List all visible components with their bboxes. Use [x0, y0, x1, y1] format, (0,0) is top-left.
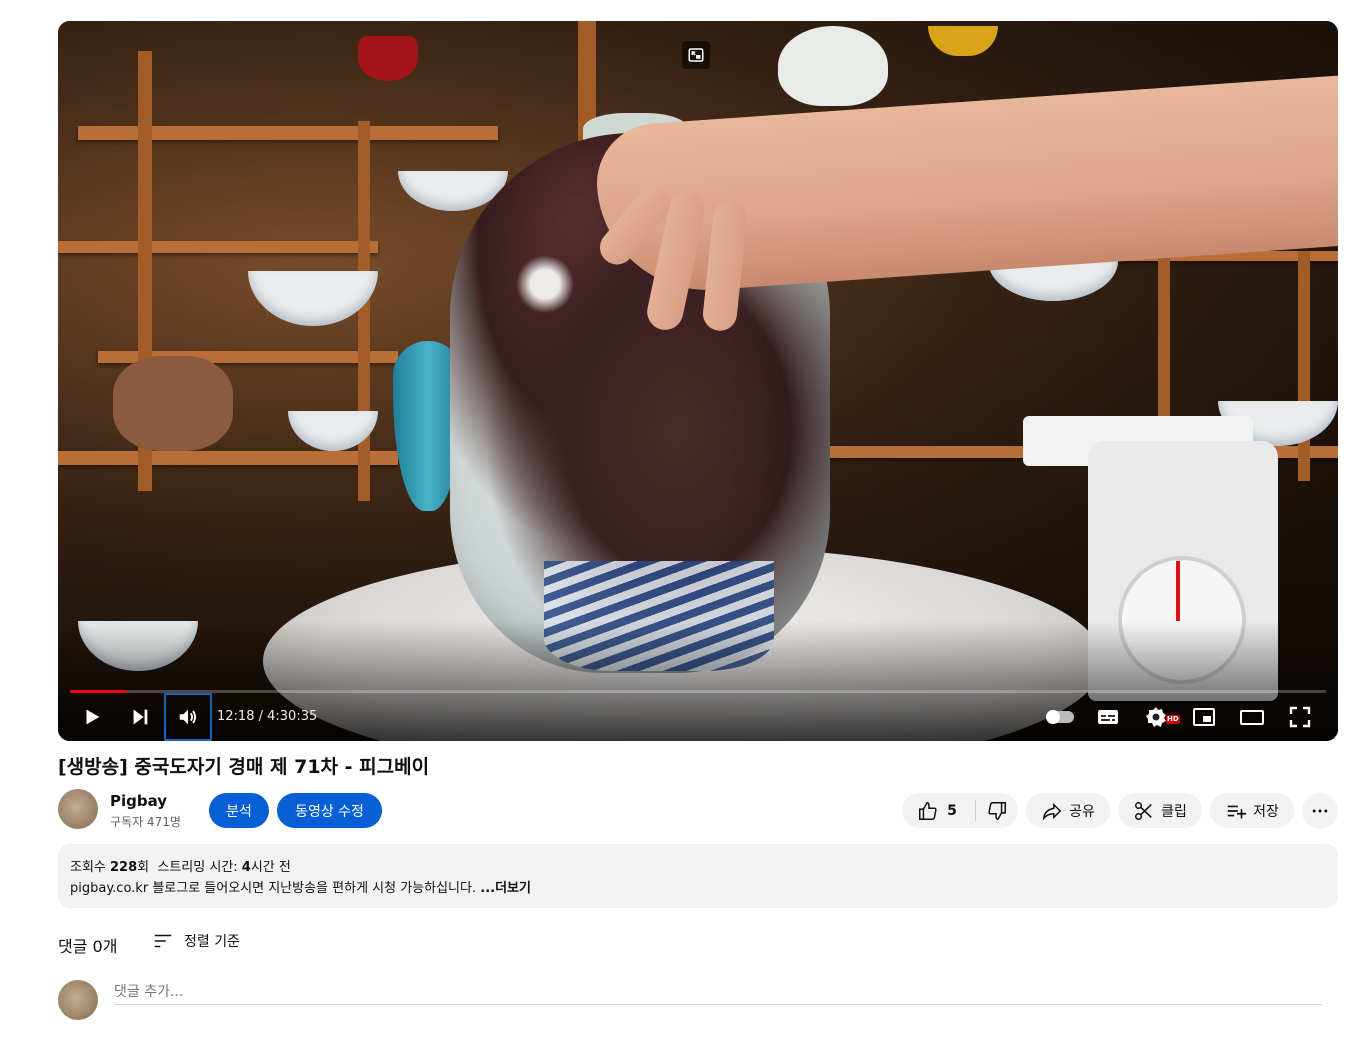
shelf [58, 451, 398, 465]
channel-avatar[interactable] [58, 789, 98, 829]
volume-icon [179, 709, 197, 725]
theater-icon [1240, 710, 1264, 725]
autoplay-toggle-icon [1046, 710, 1074, 724]
autoplay-toggle[interactable] [1038, 693, 1082, 741]
shelf [58, 241, 378, 253]
views-prefix: 조회수 [70, 860, 111, 875]
exit-mini-player-icon[interactable] [682, 41, 710, 69]
player-controls: 12:18 / 4:30:35 HD [58, 693, 1338, 741]
dislike-button[interactable] [976, 793, 1018, 828]
views-count: 228 [110, 860, 138, 875]
save-button[interactable]: 저장 [1210, 793, 1294, 828]
add-to-playlist-icon [1227, 805, 1247, 818]
play-icon [86, 709, 100, 725]
share-icon [1042, 802, 1062, 821]
miniplayer-button[interactable] [1182, 693, 1226, 741]
comment-input[interactable] [114, 980, 1322, 1005]
like-dislike-group: 5 [902, 793, 1018, 828]
description-box[interactable]: 조회수 228회 스트리밍 시간: 4시간 전 pigbay.co.kr 블로그… [58, 844, 1338, 908]
share-button[interactable]: 공유 [1026, 793, 1110, 828]
edit-video-button[interactable]: 동영상 수정 [277, 793, 382, 828]
sort-icon [154, 934, 172, 948]
analytics-button[interactable]: 분석 [209, 793, 269, 828]
description-text: pigbay.co.kr 블로그로 들어오시면 지난방송을 편하게 시청 가능하… [70, 877, 531, 896]
volume-button[interactable] [164, 693, 212, 741]
more-icon [1312, 809, 1328, 813]
subscriber-count: 구독자 471명 [110, 815, 181, 829]
video-frame[interactable] [58, 21, 1338, 741]
views-suffix: 회 스트리밍 시간: [137, 860, 242, 875]
next-icon [133, 709, 148, 725]
clip-button[interactable]: 클립 [1118, 793, 1202, 828]
settings-button[interactable]: HD [1134, 693, 1180, 741]
duration: 4:30:35 [267, 709, 318, 724]
video-player[interactable]: 12:18 / 4:30:35 HD [58, 21, 1338, 741]
clip-label: 클립 [1161, 803, 1187, 820]
shelf-post [358, 121, 370, 501]
subtitles-icon [1098, 710, 1118, 724]
share-label: 공유 [1069, 803, 1095, 820]
miniplayer-icon [1193, 708, 1215, 726]
thumbs-down-icon [988, 801, 1006, 820]
video-title: [생방송] 중국도자기 경매 제 71차 - 피그베이 [58, 756, 430, 778]
subtitles-button[interactable] [1086, 693, 1130, 741]
play-button[interactable] [70, 693, 114, 741]
next-button[interactable] [118, 693, 162, 741]
save-label: 저장 [1253, 803, 1279, 820]
show-more-link[interactable]: ...더보기 [480, 881, 531, 896]
sort-label: 정렬 기준 [184, 934, 240, 950]
clay-pot [113, 356, 233, 451]
channel-name[interactable]: Pigbay [110, 792, 167, 810]
theater-mode-button[interactable] [1230, 693, 1274, 741]
like-count: 5 [947, 802, 957, 819]
porcelain-jar [778, 26, 888, 106]
stream-hours: 4 [241, 860, 251, 875]
more-actions-button[interactable] [1302, 793, 1338, 829]
stream-suffix: 시간 전 [250, 860, 291, 875]
user-avatar [58, 980, 98, 1020]
time-separator: / [254, 709, 268, 724]
scale-needle [1176, 561, 1180, 621]
like-button[interactable]: 5 [902, 793, 972, 828]
fullscreen-button[interactable] [1278, 693, 1322, 741]
shelf-post [1298, 251, 1310, 481]
current-time: 12:18 [217, 709, 255, 724]
time-display: 12:18 / 4:30:35 [217, 693, 317, 741]
view-stats: 조회수 228회 스트리밍 시간: 4시간 전 [70, 856, 291, 875]
settings-icon [1146, 707, 1166, 727]
description-snippet: pigbay.co.kr 블로그로 들어오시면 지난방송을 편하게 시청 가능하… [70, 881, 481, 896]
thumbs-up-icon [919, 801, 937, 820]
hd-badge: HD [1166, 715, 1180, 724]
red-stem-cup [358, 36, 418, 81]
comments-count: 댓글 0개 [58, 937, 118, 956]
scissors-icon [1135, 801, 1152, 820]
fullscreen-icon [1289, 706, 1311, 728]
sort-comments-button[interactable]: 정렬 기준 [152, 930, 240, 952]
